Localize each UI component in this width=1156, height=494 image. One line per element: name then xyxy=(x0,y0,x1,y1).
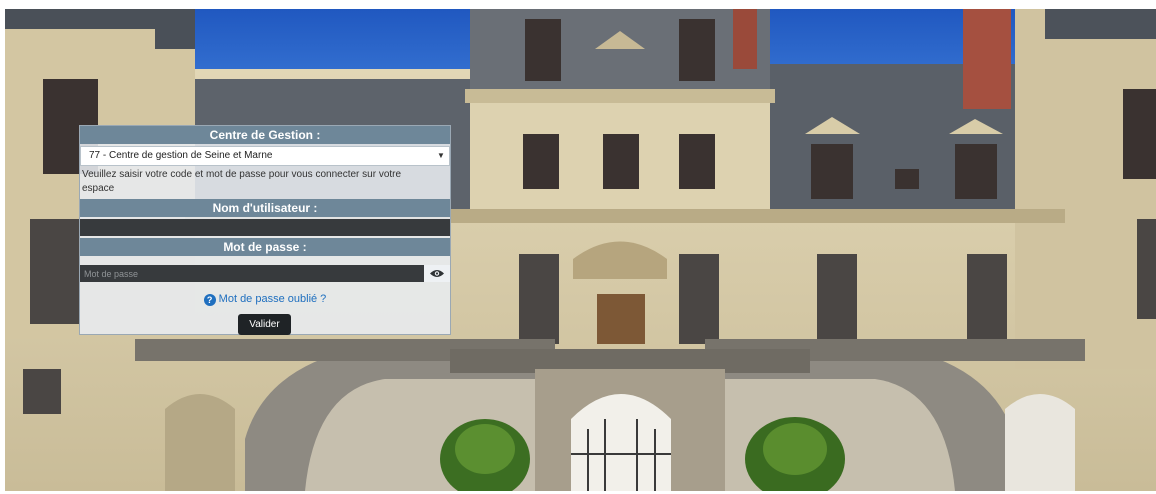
forgot-password-link[interactable]: ? Mot de passe oublié ? xyxy=(80,293,450,306)
forgot-password-label: Mot de passe oublié ? xyxy=(218,293,327,305)
login-panel: Centre de Gestion : 77 - Centre de gesti… xyxy=(79,125,451,335)
password-header: Mot de passe : xyxy=(80,238,450,256)
centre-header: Centre de Gestion : xyxy=(80,126,450,144)
password-input[interactable] xyxy=(80,265,424,282)
intro-text: Veuillez saisir votre code et mot de pas… xyxy=(82,169,402,194)
username-input[interactable] xyxy=(80,219,450,236)
submit-button[interactable]: Valider xyxy=(238,314,291,335)
username-header: Nom d'utilisateur : xyxy=(80,199,450,217)
question-circle-icon: ? xyxy=(203,294,216,306)
background-frame: Centre de Gestion : 77 - Centre de gesti… xyxy=(5,9,1156,491)
chevron-down-icon[interactable]: ▼ xyxy=(433,147,449,165)
centre-select-value: 77 - Centre de gestion de Seine et Marne xyxy=(89,150,273,161)
centre-select[interactable]: 77 - Centre de gestion de Seine et Marne… xyxy=(80,146,450,166)
eye-icon[interactable] xyxy=(424,265,450,282)
